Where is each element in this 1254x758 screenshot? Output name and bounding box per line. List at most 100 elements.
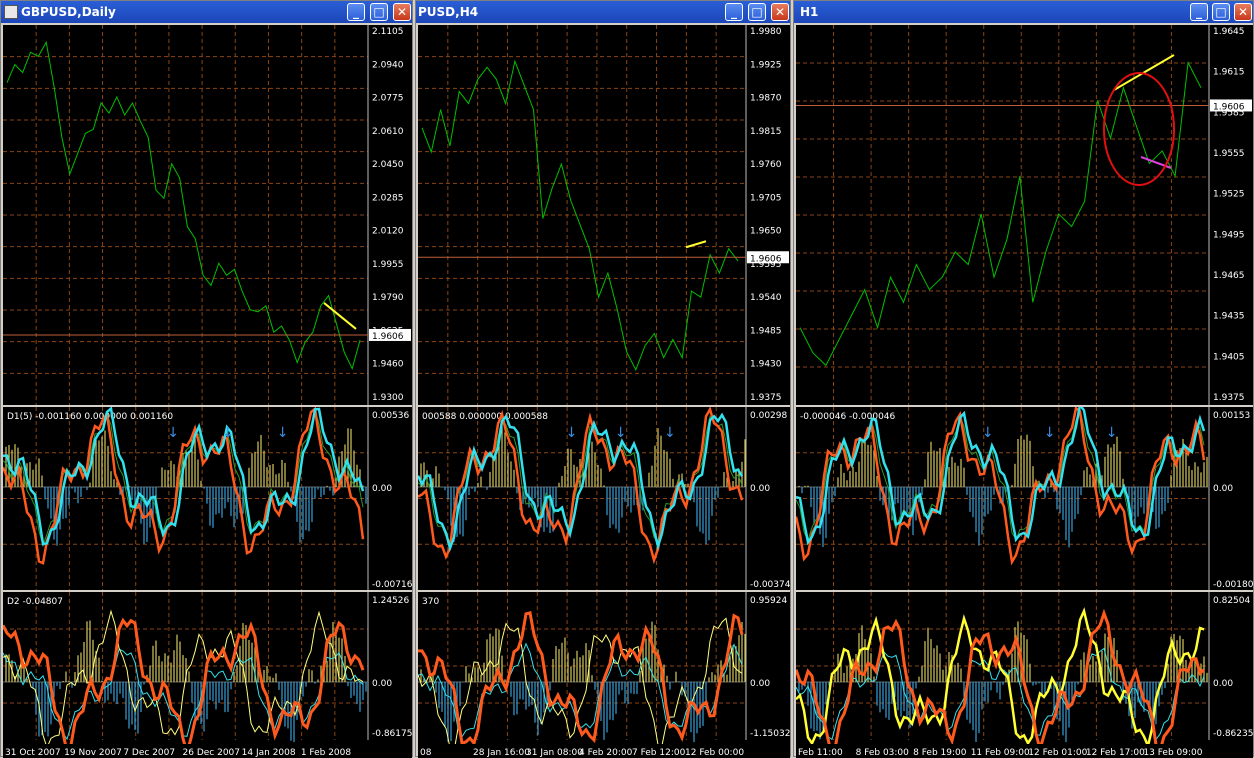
indicator-pane-2[interactable]: 0.82504 0.00 -0.86235 Feb 11:00 8 Feb 03:00 8… (796, 592, 1253, 758)
price-axis-label: 1.9525 (1213, 190, 1245, 200)
arrow-icon: ↓ (277, 425, 289, 441)
chart-window-daily[interactable]: GBPUSD,Daily _ □ ✕ 2.1105 2.0940 2.0775 2.0… (0, 0, 413, 758)
close-button[interactable]: ✕ (771, 3, 789, 21)
price-axis-label: 2.0120 (372, 227, 404, 237)
axis-top-label: 0.00298 (750, 411, 787, 421)
price-axis-label: 1.9300 (372, 393, 404, 403)
axis-top-label: 1.24526 (372, 596, 409, 606)
indicator-label: D2 -0.04807 (7, 597, 63, 607)
close-button[interactable]: ✕ (1234, 3, 1252, 21)
price-axis-label: 1.9405 (1213, 352, 1245, 362)
current-price-value: 1.9606 (372, 332, 404, 342)
indicator-pane-1[interactable]: -0.000046 -0.000046 0.00153 0.00 -0.00180 ↓ ↓… (796, 407, 1253, 590)
axis-top-label: 0.95924 (750, 596, 787, 606)
price-axis-label: 1.9540 (750, 293, 782, 303)
price-axis-label: 1.9925 (750, 60, 782, 70)
yellow-line (796, 607, 1205, 750)
minimize-button[interactable]: _ (347, 3, 365, 21)
maximize-button[interactable]: □ (1212, 3, 1230, 21)
red-circle-annotation (1103, 72, 1175, 186)
indicator-label: 000588 0.000000 0.000588 (422, 412, 548, 422)
orange-line (796, 407, 1206, 566)
price-axis-label: 1.9705 (750, 193, 782, 203)
price-axis-label: 1.9375 (1213, 393, 1245, 403)
window-title-bar[interactable]: H1 _ □ ✕ (794, 1, 1253, 23)
current-price-value: 1.9606 (750, 254, 782, 264)
price-axis-label: 1.9645 (1213, 27, 1245, 37)
arrow-icon: ↓ (222, 425, 234, 441)
axis-bottom-label: -0.00374 (750, 580, 790, 590)
price-axis-label: 2.0450 (372, 160, 404, 170)
maximize-button[interactable]: □ (748, 3, 766, 21)
indicator-label: -0.000046 -0.000046 (800, 412, 896, 422)
axis-zero-label: 0.00 (372, 484, 392, 494)
axis-bottom-label: -0.86175 (372, 729, 412, 739)
price-axis-label: 1.9980 (750, 27, 782, 37)
price-axis-label: 1.9465 (1213, 271, 1245, 281)
chart-window-icon (4, 5, 18, 19)
axis-zero-label: 0.00 (372, 679, 392, 689)
minimize-button[interactable]: _ (725, 3, 743, 21)
price-axis-label: 1.9870 (750, 94, 782, 104)
indicator-label: D1(5) -0.001160 0.000000 0.001160 (7, 412, 173, 422)
window-title: GBPUSD,Daily (21, 5, 116, 19)
window-title-bar[interactable]: PUSD,H4 _ □ ✕ (416, 1, 790, 23)
indicator-pane-2[interactable]: D2 -0.04807 1.24526 0.00 -0.86175 31 Oct 200… (3, 592, 412, 758)
arrow-icon: ↓ (566, 425, 578, 441)
price-chart[interactable]: 1.9980 1.9925 1.9870 1.9815 1.9760 1.9705 1.96… (418, 25, 790, 405)
price-axis-label: 1.9430 (750, 360, 782, 370)
axis-zero-label: 0.00 (1213, 484, 1233, 494)
indicator-label: 370 (422, 597, 439, 607)
close-button[interactable]: ✕ (393, 3, 411, 21)
axis-bottom-label: -1.15032 (750, 729, 790, 739)
window-title: PUSD,H4 (418, 5, 479, 19)
yellow-trendline (323, 302, 357, 330)
price-line (6, 40, 361, 371)
price-axis-label: 1.9495 (1213, 230, 1245, 240)
arrow-icon: ↓ (982, 425, 994, 441)
price-axis-label: 1.9955 (372, 260, 404, 270)
price-axis-label: 1.9760 (750, 160, 782, 170)
price-axis-label: 1.9815 (750, 127, 782, 137)
price-axis-label: 1.9485 (750, 326, 782, 336)
price-axis-label: 2.0940 (372, 60, 404, 70)
indicator-pane-2[interactable]: 370 0.95924 0.00 -1.15032 08 28 Jan 16:00 31 J… (418, 592, 790, 758)
axis-bottom-label: -0.00180 (1213, 580, 1253, 590)
axis-zero-label: 0.00 (1213, 679, 1233, 689)
price-axis-label: 1.9375 (750, 393, 782, 403)
arrow-icon: ↓ (1106, 425, 1118, 441)
indicator-pane-1[interactable]: D1(5) -0.001160 0.000000 0.001160 0.00536… (3, 407, 412, 590)
signal-line-dashed (796, 407, 1205, 543)
price-axis-label: 1.9650 (750, 227, 782, 237)
price-axis-label: 1.9555 (1213, 149, 1245, 159)
price-axis-label: 1.9790 (372, 293, 404, 303)
yellow-trendline (685, 240, 707, 249)
axis-bottom-label: -0.86235 (1213, 729, 1253, 739)
current-price-value: 1.9606 (1213, 102, 1245, 112)
arrow-icon: ↓ (167, 425, 179, 441)
price-axis-label: 2.1105 (372, 27, 404, 37)
price-chart[interactable]: 2.1105 2.0940 2.0775 2.0610 2.0450 2.0285 2.01… (3, 25, 412, 405)
arrow-icon: ↓ (1044, 425, 1056, 441)
price-axis-label: 2.0775 (372, 94, 404, 104)
axis-zero-label: 0.00 (750, 679, 770, 689)
price-chart[interactable]: 1.9645 1.9615 1.9585 1.9555 1.9525 1.9495 1.94… (796, 25, 1253, 405)
window-title-bar[interactable]: GBPUSD,Daily _ □ ✕ (1, 1, 412, 23)
price-axis-label: 1.9615 (1213, 68, 1245, 78)
price-axis-label: 1.9460 (372, 360, 404, 370)
arrow-icon: ↓ (664, 425, 676, 441)
axis-bottom-label: -0.00716 (372, 580, 412, 590)
minimize-button[interactable]: _ (1190, 3, 1208, 21)
price-line (799, 60, 1202, 367)
axis-top-label: 0.00536 (372, 411, 409, 421)
chart-window-h1[interactable]: H1 _ □ ✕ 1.9645 1.9615 1.9585 1.9555 1.9525 1… (793, 0, 1254, 758)
arrow-icon: ↓ (615, 425, 627, 441)
indicator-pane-1[interactable]: 000588 0.000000 0.000588 0.00298 0.00 -0.00… (418, 407, 790, 590)
window-title: H1 (800, 5, 819, 19)
cyan-line (796, 407, 1206, 546)
maximize-button[interactable]: □ (370, 3, 388, 21)
axis-zero-label: 0.00 (750, 484, 770, 494)
price-axis-label: 1.9435 (1213, 312, 1245, 322)
chart-window-h4[interactable]: PUSD,H4 _ □ ✕ 1.9980 1.9925 1.9870 1.9815 1.… (415, 0, 791, 758)
orange-line (3, 617, 365, 758)
